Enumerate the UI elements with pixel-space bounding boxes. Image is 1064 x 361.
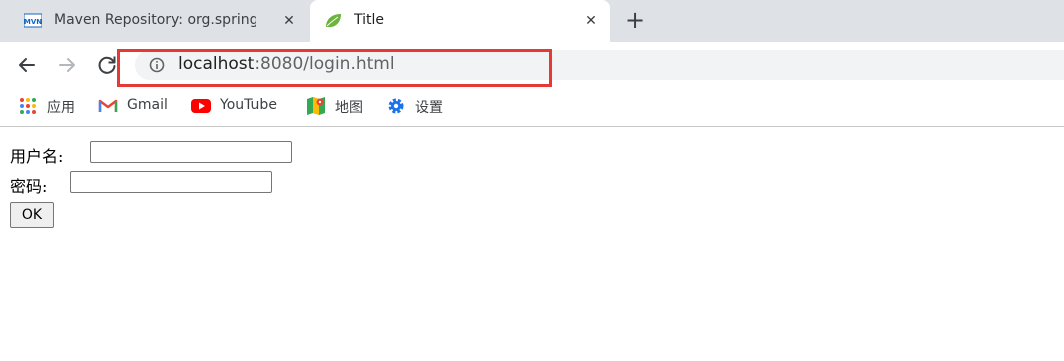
bookmark-label: 设置 <box>415 100 443 116</box>
mvn-icon: MVN <box>24 13 42 28</box>
bookmark-label: YouTube <box>220 97 277 113</box>
bookmark-label: Gmail <box>127 97 168 113</box>
tab-title-active[interactable]: Title ✕ <box>310 0 610 42</box>
close-icon[interactable]: ✕ <box>280 12 298 30</box>
address-highlight-box <box>117 49 552 87</box>
bookmark-label: 应用 <box>47 100 75 116</box>
gmail-icon <box>98 99 118 112</box>
tab-strip: MVN Maven Repository: org.springframewor… <box>0 0 1064 42</box>
password-input[interactable] <box>70 171 272 193</box>
username-label: 用户名: <box>10 147 64 166</box>
back-arrow-icon[interactable] <box>14 52 40 78</box>
settings-gear-icon <box>388 98 404 114</box>
password-label: 密码: <box>10 177 48 196</box>
maps-icon <box>307 97 325 115</box>
svg-text:MVN: MVN <box>24 18 42 26</box>
tab-maven-repository[interactable]: MVN Maven Repository: org.springframewor… <box>10 0 308 42</box>
close-icon[interactable]: ✕ <box>582 12 600 30</box>
tab-title: Title <box>354 12 385 28</box>
forward-arrow-icon[interactable] <box>54 52 80 78</box>
bookmark-label: 地图 <box>335 100 363 116</box>
ok-button[interactable]: OK <box>10 202 54 228</box>
spring-leaf-icon <box>326 14 341 28</box>
username-input[interactable] <box>90 141 292 163</box>
tab-title: Maven Repository: org.springframework <box>54 12 256 28</box>
bookmarks-bar: 应用 Gmail YouTube 地图 设置 <box>0 88 1064 127</box>
new-tab-button[interactable]: + <box>622 8 648 34</box>
apps-grid-icon <box>20 98 36 114</box>
youtube-icon <box>191 99 211 113</box>
